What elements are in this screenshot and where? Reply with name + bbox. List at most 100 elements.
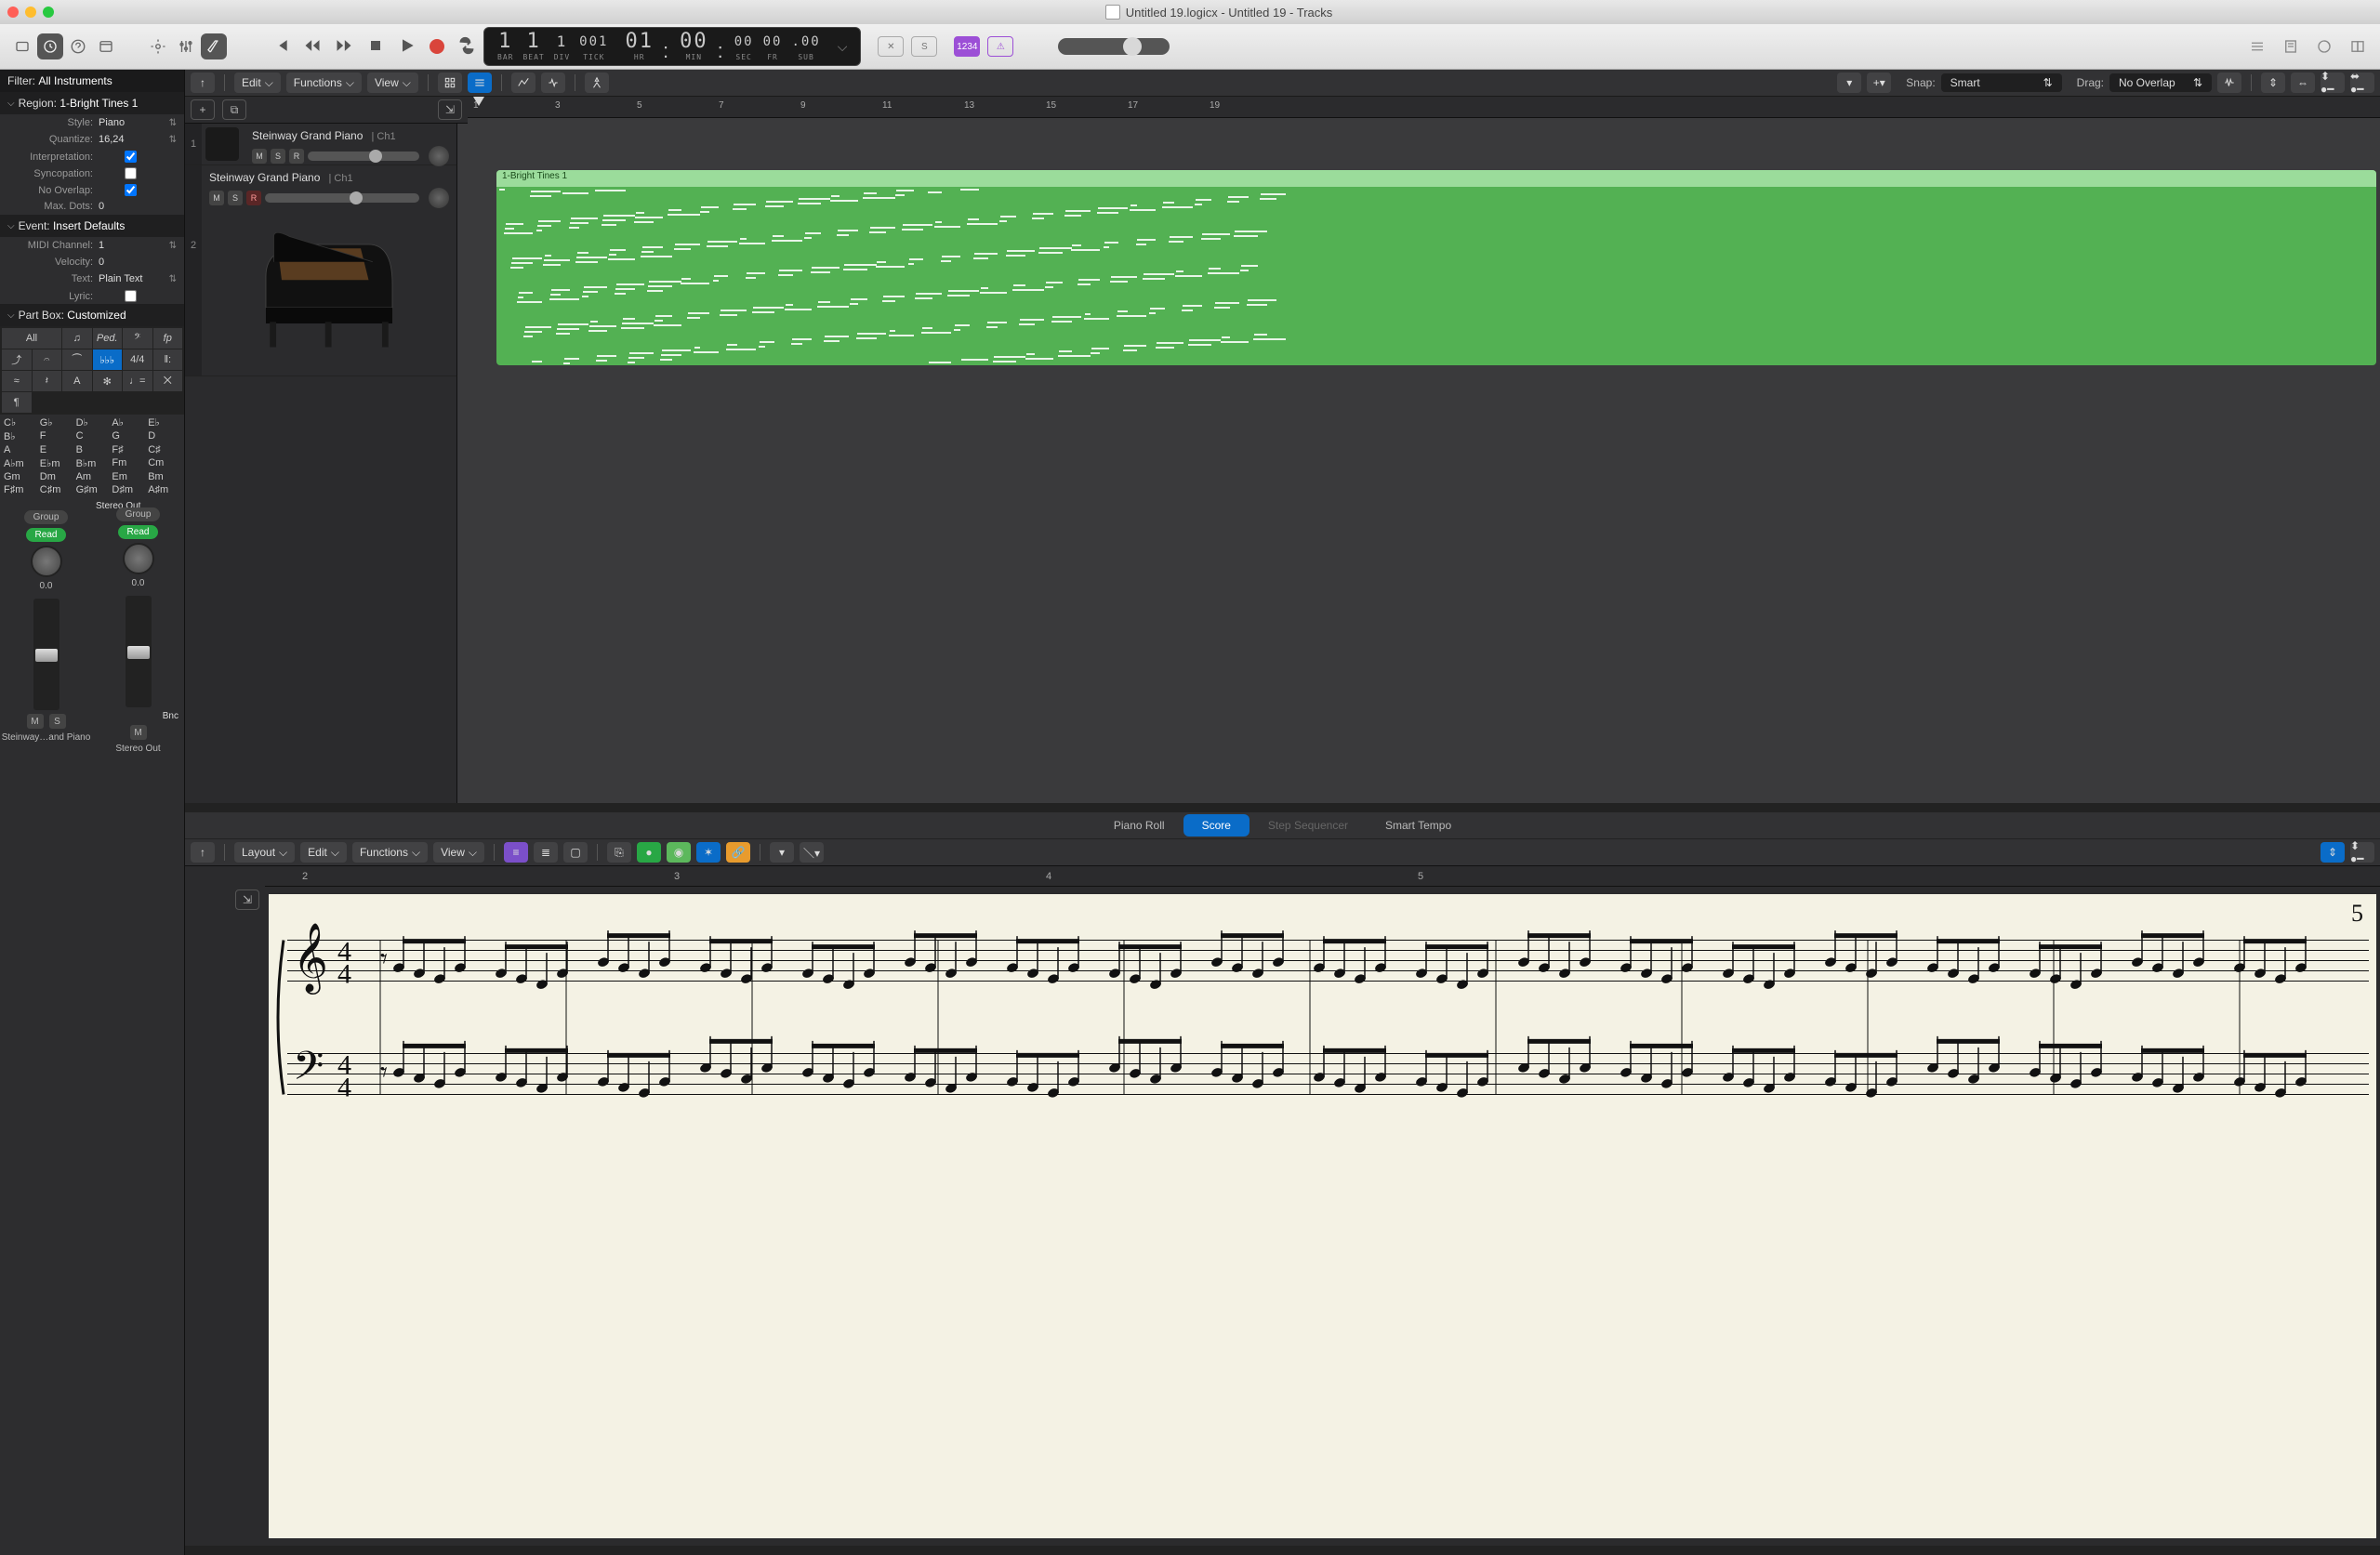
link-button[interactable]: ✶ (696, 842, 721, 863)
partbox-item[interactable]: ⏜ (62, 349, 92, 370)
key-item[interactable]: A♭m (4, 457, 36, 469)
vzoom-slider[interactable]: ⬍ ●━ (2350, 842, 2374, 863)
velocity-value[interactable]: 0 (99, 257, 162, 268)
key-item[interactable]: Am (76, 471, 109, 482)
alt-tool[interactable]: +▾ (1867, 72, 1891, 93)
automation-button[interactable] (511, 72, 536, 93)
key-item[interactable]: C♯ (148, 444, 180, 455)
global-tracks-button[interactable]: ⇲ (438, 99, 462, 120)
key-item[interactable]: Em (112, 471, 144, 482)
text-style-value[interactable]: Plain Text (99, 273, 162, 284)
partbox-item[interactable]: ⨉ (153, 371, 183, 391)
solo-button[interactable]: S (49, 714, 66, 729)
track-pan-knob[interactable] (429, 188, 449, 208)
catch-button[interactable]: ⇲ (235, 890, 259, 910)
partbox-item[interactable]: ⤴ (2, 349, 32, 370)
mute-button[interactable]: M (27, 714, 44, 729)
vertical-autozoom-button[interactable]: ⇕ (2320, 842, 2345, 863)
volume-fader[interactable] (33, 599, 60, 710)
drag-select[interactable]: No Overlap⇅ (2109, 73, 2212, 92)
page-view-button[interactable]: ▢ (563, 842, 588, 863)
lyric-checkbox[interactable] (102, 290, 159, 302)
tab-smart-tempo[interactable]: Smart Tempo (1367, 814, 1470, 837)
notepad-button[interactable] (2278, 33, 2304, 59)
midi-region[interactable]: 1-Bright Tines 1 (496, 170, 2376, 365)
waveform-zoom-button[interactable] (2217, 72, 2241, 93)
arrange-area[interactable]: 1-Bright Tines 1 (457, 124, 2380, 803)
key-item[interactable]: A (4, 444, 36, 455)
snap-select[interactable]: Smart⇅ (1941, 73, 2062, 92)
key-item[interactable]: Gm (4, 471, 36, 482)
key-item[interactable]: D♭ (76, 416, 109, 428)
key-item[interactable]: C (76, 430, 109, 442)
mute-button[interactable]: M (209, 191, 224, 205)
pointer-tool[interactable]: ▾ (1837, 72, 1861, 93)
key-item[interactable]: B♭m (76, 457, 109, 469)
score-ruler[interactable]: 2345 (265, 866, 2380, 887)
automation-read[interactable]: Read (26, 528, 67, 542)
key-item[interactable]: A♯m (148, 484, 180, 495)
key-item[interactable]: G♯m (76, 484, 109, 495)
inspector-filter-row[interactable]: Filter: All Instruments (0, 70, 184, 92)
score-hscrollbar[interactable] (185, 1546, 2380, 1555)
rewind-button[interactable] (303, 36, 322, 58)
nooverlap-checkbox[interactable] (102, 184, 159, 196)
smart-controls-button[interactable] (145, 33, 171, 59)
track-volume-slider[interactable] (265, 193, 419, 203)
mixer-button[interactable] (173, 33, 199, 59)
automation-read[interactable]: Read (118, 525, 159, 539)
view-menu[interactable]: View ⌵ (433, 842, 484, 863)
key-item[interactable]: E♭ (148, 416, 180, 428)
add-track-button[interactable]: + (191, 99, 215, 120)
layout-menu[interactable]: Layout ⌵ (234, 842, 295, 863)
chain-link-button[interactable]: 🔗 (726, 842, 750, 863)
syncopation-checkbox[interactable] (102, 167, 159, 179)
vzoom-slider[interactable]: ⬍ ●━ (2320, 72, 2345, 93)
record-enable-button[interactable]: R (246, 191, 261, 205)
partbox-item-selected[interactable]: ♭♭♭ (93, 349, 123, 370)
pan-knob[interactable] (31, 546, 62, 577)
partbox-item[interactable]: ♩= (123, 371, 152, 391)
duplicate-track-button[interactable]: ⧉ (222, 99, 246, 120)
goto-start-button[interactable] (271, 36, 290, 58)
list-editors-button[interactable] (2244, 33, 2270, 59)
group-slot[interactable]: Group (24, 510, 69, 524)
lcd-menu-chevron-icon[interactable]: ⌵ (838, 39, 848, 55)
mute-button[interactable]: M (130, 725, 147, 740)
quick-help-button[interactable] (65, 33, 91, 59)
mute-button[interactable]: M (252, 149, 267, 164)
countin-badge[interactable]: 1234 (954, 36, 980, 57)
pointer-tool[interactable]: ▾ (770, 842, 794, 863)
maxdots-value[interactable]: 0 (99, 201, 162, 212)
key-item[interactable]: C♭ (4, 416, 36, 428)
lcd-display[interactable]: 1BAR 1BEAT 1DIV 001TICK 01HR : 00MIN : 0… (483, 27, 861, 66)
partbox-all[interactable]: All (2, 328, 61, 349)
track-pan-knob[interactable] (429, 146, 449, 166)
key-item[interactable]: G♭ (40, 416, 73, 428)
partbox-item[interactable]: ¶ (2, 392, 32, 413)
key-item[interactable]: Dm (40, 471, 73, 482)
key-item[interactable]: Fm (112, 457, 144, 469)
hzoom-slider[interactable]: ⬌ ●━ (2350, 72, 2374, 93)
back-arrow-button[interactable]: ↑ (191, 72, 215, 93)
horizontal-fit-button[interactable]: ⇔ (2291, 72, 2315, 93)
editors-button[interactable] (201, 33, 227, 59)
wrapped-view-button[interactable]: ≣ (534, 842, 558, 863)
midichannel-value[interactable]: 1 (99, 240, 162, 251)
partbox-item[interactable]: A (62, 371, 92, 391)
key-item[interactable]: A♭ (112, 416, 144, 428)
key-item[interactable]: D (148, 430, 180, 442)
inspector-partbox-header[interactable]: ⌵ Part Box: Customized (0, 304, 184, 326)
catch-playhead-button[interactable]: ◉ (667, 842, 691, 863)
flex-button[interactable] (541, 72, 565, 93)
key-item[interactable]: F♯ (112, 444, 144, 455)
list-view-button[interactable] (468, 72, 492, 93)
metronome-badge[interactable]: ⚠ (987, 36, 1013, 57)
arrange-hscrollbar[interactable] (185, 803, 2380, 812)
master-volume-slider[interactable] (1058, 38, 1170, 55)
close-traffic-light[interactable] (7, 7, 19, 18)
play-button[interactable] (398, 36, 416, 58)
stop-button[interactable] (366, 36, 385, 58)
key-item[interactable]: G (112, 430, 144, 442)
linear-view-button[interactable]: ≡ (504, 842, 528, 863)
